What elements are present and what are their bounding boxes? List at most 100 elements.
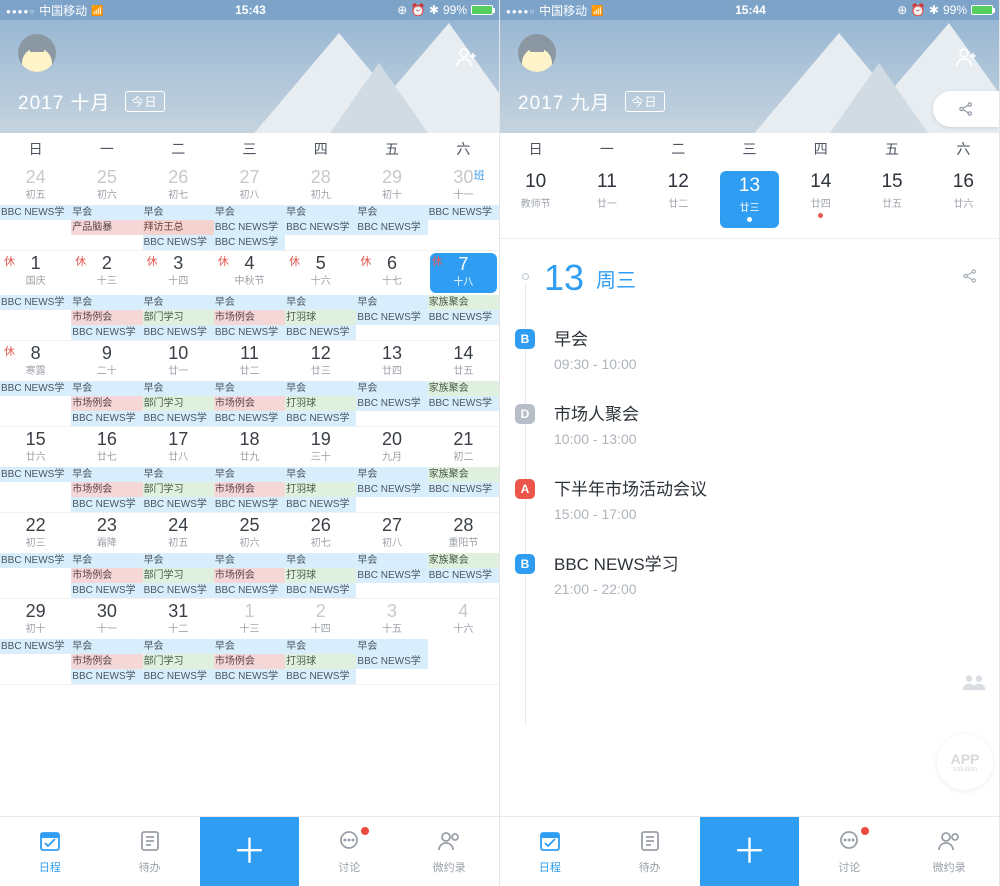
share-button[interactable] [933,91,999,127]
day-events[interactable]: BBC NEWS学 [0,203,71,250]
day-cell[interactable]: 12廿三 [285,341,356,379]
tab-todo[interactable]: 待办 [100,817,200,886]
month-title[interactable]: 2017 十月 [18,88,111,115]
event-chip[interactable]: BBC NEWS学 [71,411,142,426]
event-chip[interactable]: 早会 [143,381,214,396]
event-chip[interactable]: BBC NEWS学 [143,497,214,512]
event-chip[interactable]: 市场例会 [71,310,142,325]
agenda-share-icon[interactable] [961,267,979,290]
event-chip[interactable]: 早会 [214,205,285,220]
event-chip[interactable]: 早会 [214,381,285,396]
event-chip[interactable]: 早会 [214,467,285,482]
day-cell[interactable]: 14廿五 [428,341,499,379]
week-strip-day[interactable]: 10教师节 [500,165,571,232]
day-events[interactable]: 早会市场例会BBC NEWS学 [71,465,142,512]
agenda-item[interactable]: A 下半年市场活动会议 15:00 - 17:00 [500,461,999,536]
day-events[interactable]: 早会部门学习BBC NEWS学 [143,379,214,426]
tab-discuss[interactable]: 讨论 [299,817,399,886]
event-chip[interactable]: BBC NEWS学 [285,583,356,598]
event-chip[interactable]: 市场例会 [214,396,285,411]
avatar[interactable] [18,34,56,72]
event-chip[interactable]: 早会 [71,205,142,220]
event-chip[interactable]: 早会 [285,467,356,482]
add-person-icon[interactable] [455,45,479,75]
day-events[interactable]: 家族聚会BBC NEWS学 [428,293,499,340]
event-chip[interactable]: 部门学习 [143,568,214,583]
event-chip[interactable]: 打羽球 [285,310,356,325]
day-cell[interactable]: 3十五 [356,599,427,637]
event-chip[interactable]: BBC NEWS学 [143,411,214,426]
event-chip[interactable]: 早会 [143,553,214,568]
day-events[interactable]: BBC NEWS学 [428,203,499,250]
day-cell[interactable]: 21初二 [428,427,499,465]
event-chip[interactable]: BBC NEWS学 [214,235,285,250]
tab-contacts[interactable]: 微约录 [399,817,499,886]
day-cell[interactable]: 17廿八 [143,427,214,465]
day-events[interactable] [428,637,499,684]
event-chip[interactable]: 市场例会 [214,482,285,497]
day-events[interactable]: 早会BBC NEWS学BBC NEWS学 [214,203,285,250]
day-cell[interactable]: 13廿四 [356,341,427,379]
event-chip[interactable]: BBC NEWS学 [285,220,356,235]
event-chip[interactable]: BBC NEWS学 [0,381,71,396]
tab-add[interactable]: ＋ [200,817,300,886]
tab-contacts[interactable]: 微约录 [899,817,999,886]
day-cell[interactable]: 23霜降 [71,513,142,551]
today-button[interactable]: 今日 [625,91,665,112]
event-chip[interactable]: 早会 [143,205,214,220]
event-chip[interactable]: BBC NEWS学 [285,411,356,426]
day-cell[interactable]: 19三十 [285,427,356,465]
event-chip[interactable]: 市场例会 [214,568,285,583]
day-events[interactable]: 早会产品脑暴 [71,203,142,250]
day-events[interactable]: 家族聚会BBC NEWS学 [428,379,499,426]
day-cell[interactable]: 25初六 [214,513,285,551]
week-strip-day[interactable]: 15廿五 [856,165,927,232]
day-events[interactable]: 早会市场例会BBC NEWS学 [214,551,285,598]
day-cell[interactable]: 28初九 [285,165,356,203]
event-chip[interactable]: BBC NEWS学 [0,467,71,482]
event-chip[interactable]: BBC NEWS学 [0,639,71,654]
event-chip[interactable]: 早会 [214,639,285,654]
event-chip[interactable]: 产品脑暴 [71,220,142,235]
event-chip[interactable]: 早会 [143,295,214,310]
week-strip-day[interactable]: 13廿三 [714,165,785,232]
day-events[interactable]: 早会BBC NEWS学 [356,293,427,340]
event-chip[interactable]: BBC NEWS学 [285,669,356,684]
event-chip[interactable]: 早会 [356,467,427,482]
event-chip[interactable]: 家族聚会 [428,295,499,310]
event-chip[interactable]: BBC NEWS学 [214,411,285,426]
avatar[interactable] [518,34,556,72]
month-grid[interactable]: 24初五25初六26初七27初八28初九29初十班30十一BBC NEWS学早会… [0,165,499,816]
event-chip[interactable]: 早会 [285,381,356,396]
day-events[interactable]: 早会部门学习BBC NEWS学 [143,637,214,684]
event-chip[interactable]: 早会 [356,381,427,396]
day-events[interactable]: 早会部门学习BBC NEWS学 [143,465,214,512]
event-chip[interactable]: BBC NEWS学 [356,310,427,325]
day-events[interactable]: 早会市场例会BBC NEWS学 [71,293,142,340]
event-chip[interactable]: BBC NEWS学 [0,553,71,568]
day-cell[interactable]: 29初十 [356,165,427,203]
day-events[interactable]: 早会拜访王总BBC NEWS学 [143,203,214,250]
event-chip[interactable]: BBC NEWS学 [143,669,214,684]
event-chip[interactable]: 早会 [143,639,214,654]
event-chip[interactable]: 早会 [214,553,285,568]
day-cell[interactable]: 15廿六 [0,427,71,465]
event-chip[interactable]: BBC NEWS学 [71,325,142,340]
day-cell[interactable]: 26初七 [143,165,214,203]
event-chip[interactable]: BBC NEWS学 [356,568,427,583]
day-cell[interactable]: 31十二 [143,599,214,637]
event-chip[interactable]: 早会 [71,295,142,310]
event-chip[interactable]: BBC NEWS学 [143,325,214,340]
event-chip[interactable]: 早会 [285,639,356,654]
day-events[interactable]: 早会BBC NEWS学 [356,551,427,598]
day-cell[interactable]: 22初三 [0,513,71,551]
agenda-item[interactable]: D 市场人聚会 10:00 - 13:00 [500,386,999,461]
event-chip[interactable]: BBC NEWS学 [143,235,214,250]
day-events[interactable]: BBC NEWS学 [0,637,71,684]
day-events[interactable]: BBC NEWS学 [0,551,71,598]
agenda-item[interactable]: B 早会 09:30 - 10:00 [500,311,999,386]
event-chip[interactable]: BBC NEWS学 [0,295,71,310]
day-cell[interactable]: 28重阳节 [428,513,499,551]
month-title[interactable]: 2017 九月 [518,88,611,115]
event-chip[interactable]: 拜访王总 [143,220,214,235]
